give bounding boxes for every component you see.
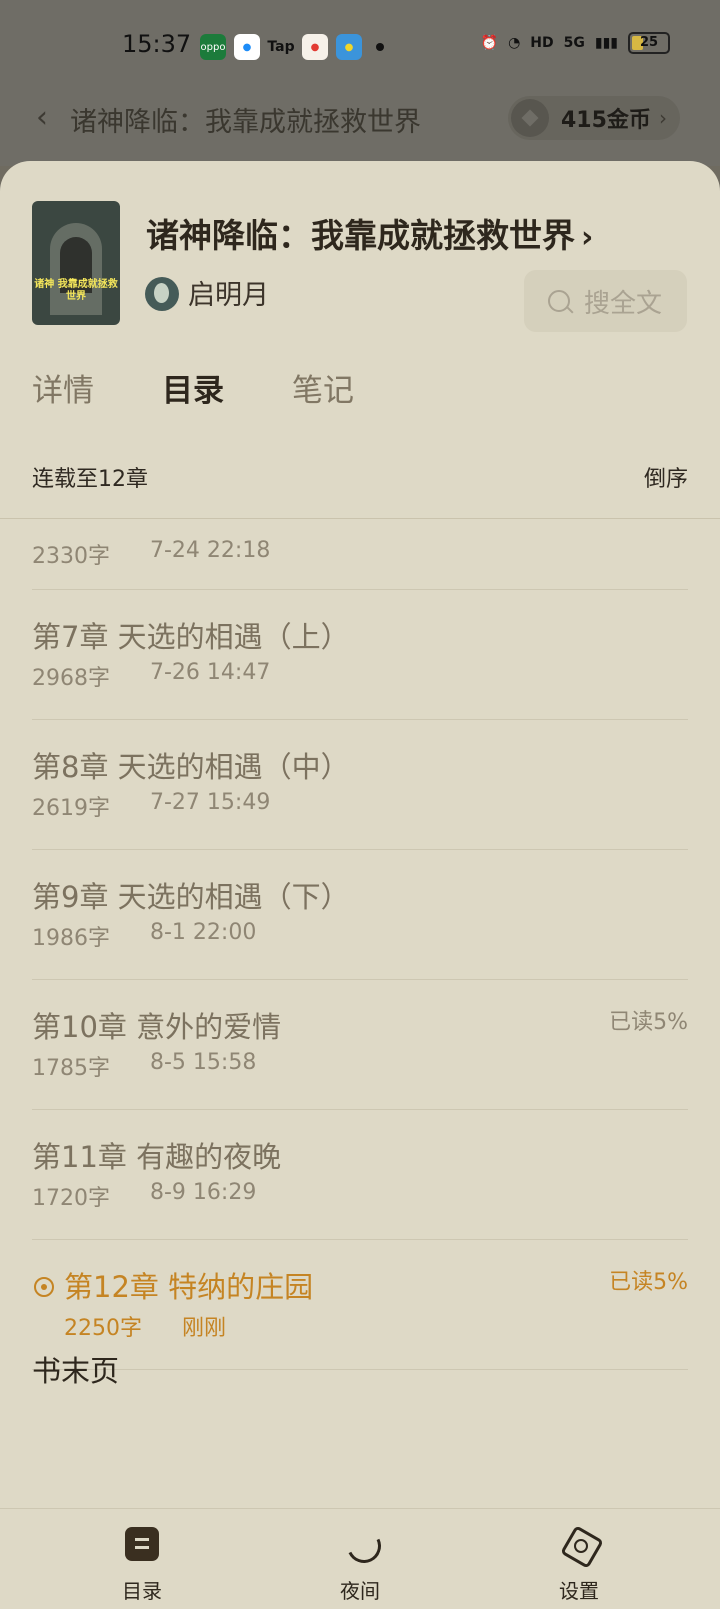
book-tabs: 详情 目录 笔记 xyxy=(32,365,354,410)
status-bar: 15:37 oppo ● Tap ● ● ⏰ ◔ HD 5G ▮▮▮ 25 xyxy=(0,0,720,96)
catalog-label: 目录 xyxy=(122,1579,162,1603)
moon-icon xyxy=(343,1527,377,1561)
chapter-word-count: 1986字 xyxy=(32,926,110,951)
reverse-order-button[interactable]: 倒序 xyxy=(644,461,688,492)
chapter-meta: 2330字 7-24 22:18 xyxy=(32,538,270,570)
wifi-icon: ◔ xyxy=(508,35,521,51)
serialization-status: 连载至12章 xyxy=(32,467,148,492)
chapter-update-time: 刚刚 xyxy=(182,1316,227,1341)
notification-icons: oppo ● Tap ● ● xyxy=(200,34,384,60)
book-end-page-link[interactable]: 书末页 xyxy=(32,1348,119,1390)
chapter-row-7[interactable]: 第7章 天选的相遇（上） 2968字 7-26 14:47 xyxy=(32,590,688,720)
chapter-meta: 1720字 8-9 16:29 xyxy=(32,1180,256,1212)
chapter-update-time: 7-26 14:47 xyxy=(150,660,271,685)
chapter-row-partial[interactable]: 2330字 7-24 22:18 xyxy=(32,518,688,590)
battery-icon: 25 xyxy=(628,32,670,54)
chapter-title: 第10章 意外的爱情 xyxy=(32,1010,282,1044)
chapter-word-count: 1785字 xyxy=(32,1056,110,1081)
chevron-right-icon: › xyxy=(581,220,594,255)
chapter-update-time: 8-9 16:29 xyxy=(150,1180,257,1205)
battery-label: 25 xyxy=(639,35,659,50)
chapter-word-count: 2330字 xyxy=(32,544,110,569)
read-progress: 已读5% xyxy=(609,1010,688,1035)
chapter-row-8[interactable]: 第8章 天选的相遇（中） 2619字 7-27 15:49 xyxy=(32,720,688,850)
tab-details[interactable]: 详情 xyxy=(32,365,94,410)
chevron-right-icon: › xyxy=(658,106,667,130)
book-title-text: 诸神降临：我靠成就拯救世界 xyxy=(146,216,575,255)
alarm-icon: ⏰ xyxy=(480,35,499,51)
book-title[interactable]: 诸神降临：我靠成就拯救世界 › xyxy=(146,209,593,257)
hd-label: HD xyxy=(530,35,554,51)
cover-title: 诸神 我靠成就拯救世界 xyxy=(34,279,118,302)
author-name[interactable]: 启明月 xyxy=(188,273,269,312)
search-icon xyxy=(548,290,570,312)
settings-icon xyxy=(562,1527,596,1561)
chapter-meta: 1785字 8-5 15:58 xyxy=(32,1050,256,1082)
chapter-title: 第11章 有趣的夜晚 xyxy=(32,1140,282,1174)
signal-icon: ▮▮▮ xyxy=(594,35,618,51)
chapter-row-12-current[interactable]: 第12章 特纳的庄园 已读5% 2250字 刚刚 xyxy=(32,1240,688,1370)
chapter-word-count: 2250字 xyxy=(64,1316,142,1341)
chapter-update-time: 7-27 15:49 xyxy=(150,790,271,815)
more-notifications-icon xyxy=(376,43,384,51)
chapter-update-time: 7-24 22:18 xyxy=(150,538,271,563)
signal-label: 5G xyxy=(563,35,585,51)
current-position-icon xyxy=(34,1277,54,1297)
chapter-update-time: 8-5 15:58 xyxy=(150,1050,257,1075)
coin-icon xyxy=(511,99,549,137)
back-arrow-icon[interactable]: ‹ xyxy=(36,103,60,133)
search-full-text-button[interactable]: 搜全文 xyxy=(524,270,687,332)
settings-toolbar-button[interactable]: 设置 xyxy=(524,1527,634,1604)
chapter-meta: 2968字 7-26 14:47 xyxy=(32,660,270,692)
chapter-word-count: 1720字 xyxy=(32,1186,110,1211)
reading-app-icon: ● xyxy=(302,34,328,60)
reader-bottom-toolbar: 目录 夜间 设置 xyxy=(0,1508,720,1609)
catalog-summary: 连载至12章 倒序 xyxy=(32,461,688,492)
chapter-title: 第7章 天选的相遇（上） xyxy=(32,620,350,654)
chapter-update-time: 8-1 22:00 xyxy=(150,920,257,945)
status-time: 15:37 xyxy=(122,30,192,58)
read-progress: 已读5% xyxy=(609,1270,688,1295)
chat-app-icon: ● xyxy=(336,34,362,60)
chapter-word-count: 2619字 xyxy=(32,796,110,821)
night-mode-label: 夜间 xyxy=(340,1579,380,1603)
chapter-row-9[interactable]: 第9章 天选的相遇（下） 1986字 8-1 22:00 xyxy=(32,850,688,980)
catalog-toolbar-button[interactable]: 目录 xyxy=(87,1527,197,1604)
search-full-text-label: 搜全文 xyxy=(584,288,663,319)
tab-catalog[interactable]: 目录 xyxy=(162,365,224,410)
chapter-meta: 1986字 8-1 22:00 xyxy=(32,920,256,952)
table-of-contents-sheet: 诸神 我靠成就拯救世界 诸神降临：我靠成就拯救世界 › 启明月 搜全文 详情 目录… xyxy=(0,161,720,1608)
chapter-meta: 2250字 刚刚 xyxy=(64,1310,226,1342)
coin-balance-button[interactable]: 415金币 › xyxy=(508,96,680,140)
chapter-list: 2330字 7-24 22:18 第7章 天选的相遇（上） 2968字 7-26 1… xyxy=(0,518,720,1370)
night-mode-toolbar-button[interactable]: 夜间 xyxy=(305,1527,415,1604)
browser-app-icon: ● xyxy=(234,34,260,60)
chapter-word-count: 2968字 xyxy=(32,666,110,691)
system-status: ⏰ ◔ HD 5G ▮▮▮ 25 xyxy=(481,32,670,54)
author-avatar[interactable] xyxy=(145,277,179,311)
chapter-title: 第12章 特纳的庄园 xyxy=(64,1270,314,1304)
chapter-title: 第9章 天选的相遇（下） xyxy=(32,880,350,914)
chapter-row-10[interactable]: 第10章 意外的爱情 已读5% 1785字 8-5 15:58 xyxy=(32,980,688,1110)
reader-top-nav: ‹ 诸神降临：我靠成就拯救世界 415金币 › xyxy=(0,96,720,166)
chapter-meta: 2619字 7-27 15:49 xyxy=(32,790,270,822)
coin-balance-label: 415金币 xyxy=(561,108,651,133)
settings-label: 设置 xyxy=(559,1579,599,1603)
chapter-row-11[interactable]: 第11章 有趣的夜晚 1720字 8-9 16:29 xyxy=(32,1110,688,1240)
oppo-app-icon: oppo xyxy=(200,34,226,60)
book-cover[interactable]: 诸神 我靠成就拯救世界 xyxy=(32,201,120,325)
nav-book-title: 诸神降临：我靠成就拯救世界 xyxy=(70,107,421,138)
catalog-icon xyxy=(125,1527,159,1561)
tab-notes[interactable]: 笔记 xyxy=(292,365,354,410)
chapter-title: 第8章 天选的相遇（中） xyxy=(32,750,350,784)
tap-app-icon: Tap xyxy=(267,39,295,55)
